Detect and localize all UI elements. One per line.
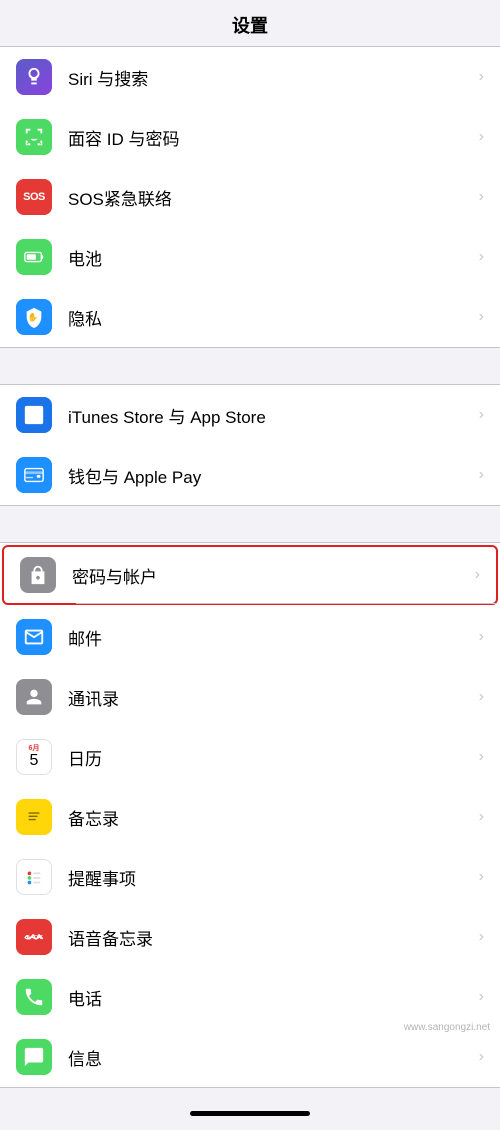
passwords-icon [20, 557, 56, 593]
chevron-icon: › [479, 928, 484, 946]
chevron-icon: › [479, 188, 484, 206]
phone-label: 电话 [68, 985, 471, 1010]
calendar-icon: 6月 5 [16, 739, 52, 775]
calendar-label: 日历 [68, 745, 471, 770]
messages-label: 信息 [68, 1045, 471, 1070]
section-gap-2 [0, 506, 500, 542]
chevron-icon: › [479, 988, 484, 1006]
chevron-icon: › [479, 308, 484, 326]
chevron-icon: › [475, 566, 480, 584]
battery-label: 电池 [68, 245, 471, 270]
sos-icon: SOS [16, 179, 52, 215]
svg-text:✋: ✋ [28, 312, 38, 322]
settings-item-phone[interactable]: 电话 › [0, 967, 500, 1027]
chevron-icon: › [479, 466, 484, 484]
settings-item-battery[interactable]: 电池 › [0, 227, 500, 287]
chevron-icon: › [479, 406, 484, 424]
chevron-icon: › [479, 748, 484, 766]
faceid-icon [16, 119, 52, 155]
voice-memos-icon [16, 919, 52, 955]
home-indicator [0, 1096, 500, 1130]
chevron-icon: › [479, 868, 484, 886]
section-2: iTunes Store 与 App Store › 钱包与 Apple Pay… [0, 384, 500, 506]
settings-item-calendar[interactable]: 6月 5 日历 › [0, 727, 500, 787]
faceid-label: 面容 ID 与密码 [68, 125, 471, 150]
voice-memos-label: 语音备忘录 [68, 925, 471, 950]
phone-icon [16, 979, 52, 1015]
itunes-label: iTunes Store 与 App Store [68, 403, 471, 428]
chevron-icon: › [479, 1048, 484, 1066]
settings-item-contacts[interactable]: 通讯录 › [0, 667, 500, 727]
settings-item-wallet[interactable]: 钱包与 Apple Pay › [0, 445, 500, 505]
section-3: 密码与帐户 › 邮件 › 通讯录 › 6月 5 日历 › [0, 542, 500, 1088]
settings-item-itunes[interactable]: iTunes Store 与 App Store › [0, 385, 500, 445]
chevron-icon: › [479, 628, 484, 646]
home-bar [190, 1111, 310, 1116]
battery-icon [16, 239, 52, 275]
passwords-label: 密码与帐户 [72, 563, 467, 588]
chevron-icon: › [479, 808, 484, 826]
settings-item-reminders[interactable]: 提醒事项 › [0, 847, 500, 907]
mail-label: 邮件 [68, 625, 471, 650]
settings-item-messages[interactable]: 信息 › [0, 1027, 500, 1087]
chevron-icon: › [479, 248, 484, 266]
siri-label: Siri 与搜索 [68, 65, 471, 90]
settings-item-passwords[interactable]: 密码与帐户 › [2, 545, 498, 605]
nav-bar: 设置 [0, 0, 500, 46]
settings-item-voice-memos[interactable]: 语音备忘录 › [0, 907, 500, 967]
settings-item-mail[interactable]: 邮件 › [0, 607, 500, 667]
contacts-label: 通讯录 [68, 685, 471, 710]
bottom-gap [0, 1088, 500, 1096]
chevron-icon: › [479, 68, 484, 86]
settings-item-sos[interactable]: SOS SOS紧急联络 › [0, 167, 500, 227]
settings-item-privacy[interactable]: ✋ 隐私 › [0, 287, 500, 347]
section-1: Siri 与搜索 › 面容 ID 与密码 › SOS SOS紧急联络 › 电池 … [0, 46, 500, 348]
chevron-icon: › [479, 688, 484, 706]
section-gap-1 [0, 348, 500, 384]
page-title: 设置 [232, 16, 268, 36]
settings-item-siri[interactable]: Siri 与搜索 › [0, 47, 500, 107]
privacy-icon: ✋ [16, 299, 52, 335]
siri-icon [16, 59, 52, 95]
notes-icon [16, 799, 52, 835]
privacy-label: 隐私 [68, 305, 471, 330]
messages-icon [16, 1039, 52, 1075]
settings-item-faceid[interactable]: 面容 ID 与密码 › [0, 107, 500, 167]
sos-label: SOS紧急联络 [68, 185, 471, 210]
watermark: www.sangongzi.net [404, 1022, 490, 1033]
chevron-icon: › [479, 128, 484, 146]
reminders-icon [16, 859, 52, 895]
settings-item-notes[interactable]: 备忘录 › [0, 787, 500, 847]
mail-icon [16, 619, 52, 655]
notes-label: 备忘录 [68, 805, 471, 830]
wallet-label: 钱包与 Apple Pay [68, 463, 471, 488]
wallet-icon [16, 457, 52, 493]
reminders-label: 提醒事项 [68, 865, 471, 890]
itunes-icon [16, 397, 52, 433]
contacts-icon [16, 679, 52, 715]
